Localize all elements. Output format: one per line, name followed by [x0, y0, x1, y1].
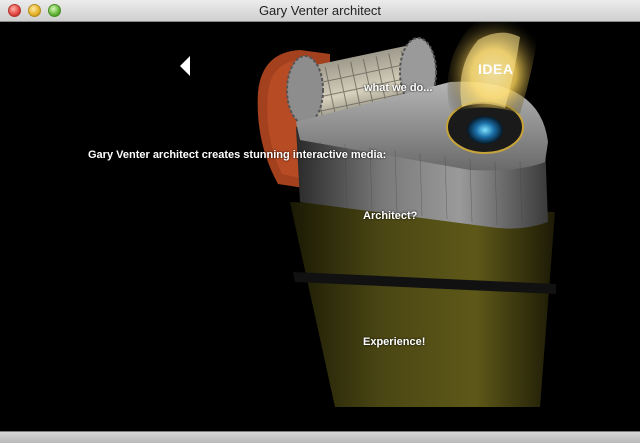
lighter-body — [290, 202, 555, 407]
idea-link[interactable]: IDEA — [478, 61, 513, 77]
title-bar[interactable]: Gary Venter architect — [0, 0, 640, 22]
intro-text: Gary Venter architect creates stunning i… — [88, 149, 387, 161]
gear-left — [286, 55, 324, 125]
architect-link[interactable]: Architect? — [363, 210, 417, 222]
lighter-illustration — [257, 22, 556, 407]
window-title: Gary Venter architect — [258, 3, 382, 18]
status-bar — [0, 431, 640, 443]
blue-flame — [467, 116, 503, 144]
flash-content: IDEA what we do... Gary Venter architect… — [0, 22, 640, 431]
what-we-do-link[interactable]: what we do... — [364, 82, 432, 94]
experience-link[interactable]: Experience! — [363, 336, 425, 348]
app-window: Gary Venter architect IDEA what we do...… — [0, 0, 640, 443]
back-arrow-icon[interactable] — [178, 56, 194, 76]
